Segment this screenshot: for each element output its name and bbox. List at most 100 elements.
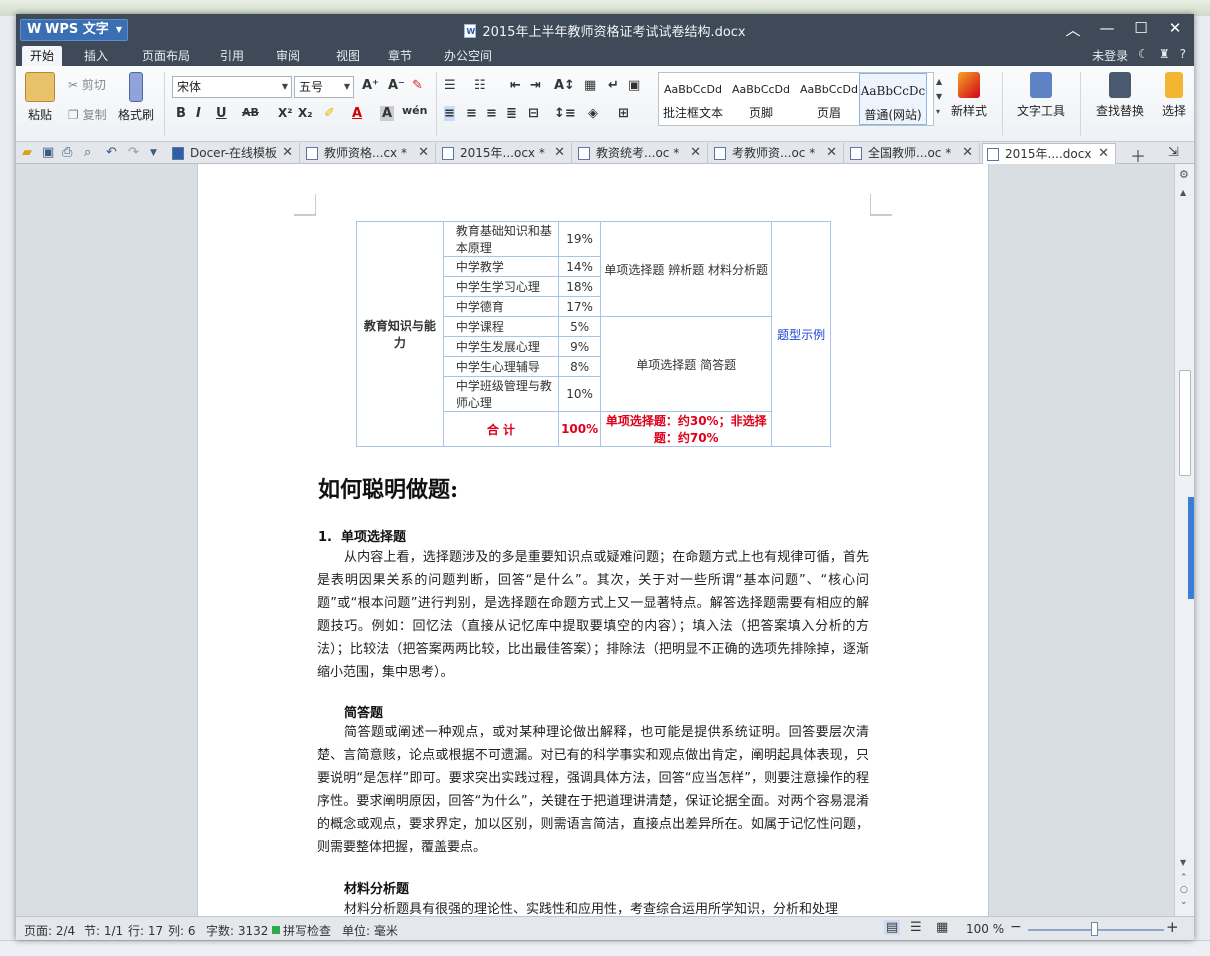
bold-icon[interactable]: B <box>176 106 186 121</box>
font-size-select[interactable]: 五号 ▼ <box>294 76 354 98</box>
zoom-in-icon[interactable]: + <box>1166 918 1179 936</box>
char-shading-icon[interactable]: A <box>380 106 395 121</box>
shrink-font-icon[interactable]: A⁻ <box>388 78 405 93</box>
style-footer[interactable]: AaBbCcDd 页脚 <box>727 73 795 125</box>
font-name-select[interactable]: 宋体 ▼ <box>172 76 292 98</box>
line-spacing-icon[interactable]: ↕≡ <box>554 106 576 121</box>
justify-icon[interactable]: ≣ <box>506 106 517 121</box>
close-icon[interactable]: ✕ <box>962 143 973 163</box>
underline-icon[interactable]: U <box>216 106 227 121</box>
doc-tab-active[interactable]: 2015年....docx ✕ <box>982 143 1116 164</box>
show-hide-icon[interactable]: ▣ <box>628 78 640 93</box>
increase-indent-icon[interactable]: ⇥ <box>530 78 541 93</box>
zoom-level[interactable]: 100 % <box>966 922 1004 936</box>
cut-button[interactable]: ✂ 剪切 <box>68 76 106 93</box>
shirt-icon[interactable]: ♜ <box>1159 47 1170 64</box>
style-gallery-scroll[interactable]: ▲ ▼ ▾ <box>936 74 942 119</box>
italic-icon[interactable]: I <box>196 106 201 121</box>
text-tools-button[interactable]: 文字工具 <box>1010 72 1072 119</box>
doc-tab[interactable]: 教资统考...oc * ✕ <box>574 143 708 164</box>
style-normal-web[interactable]: AaBbCcDc 普通(网站) <box>859 73 927 125</box>
login-link[interactable]: 未登录 <box>1092 47 1128 64</box>
example-link[interactable]: 题型示例 <box>771 221 831 447</box>
close-icon[interactable]: ✕ <box>826 143 837 163</box>
close-icon[interactable]: ✕ <box>690 143 701 163</box>
text-direction-icon[interactable]: A↕ <box>554 78 575 93</box>
customize-toolbar-icon[interactable]: ▼ <box>150 148 157 158</box>
tab-office-space[interactable]: 办公空间 <box>436 46 500 66</box>
format-painter-button[interactable]: 格式刷 <box>116 72 156 123</box>
distributed-icon[interactable]: ⊟ <box>528 106 539 121</box>
paste-button[interactable]: 粘贴 <box>22 72 58 123</box>
page-view-icon[interactable]: ▤ <box>884 920 901 935</box>
unit-indicator[interactable]: 单位: 毫米 <box>342 922 398 939</box>
open-folder-icon[interactable]: ▰ <box>22 145 32 160</box>
scroll-up-icon[interactable]: ▲ <box>1180 188 1186 197</box>
strikethrough-icon[interactable]: AB <box>242 106 259 119</box>
copy-button[interactable]: ❐ 复制 <box>68 106 107 123</box>
web-view-icon[interactable]: ▦ <box>936 920 948 935</box>
align-center-icon[interactable]: ≡ <box>466 106 477 121</box>
maximize-icon[interactable]: ☐ <box>1132 19 1150 40</box>
doc-tab[interactable]: 考教师资...oc * ✕ <box>710 143 844 164</box>
tab-insert[interactable]: 插入 <box>76 46 116 66</box>
document-page[interactable]: 教育知识与能力 教育基础知识和基本原理 19% 单项选择题 辨析题 材料分析题 … <box>197 164 989 916</box>
clear-format-icon[interactable]: ✎ <box>412 78 423 93</box>
doc-tab[interactable]: 全国教师...oc * ✕ <box>846 143 980 164</box>
save-icon[interactable]: ▣ <box>42 145 54 160</box>
superscript-icon[interactable]: X² <box>278 106 293 120</box>
doc-tab[interactable]: 教师资格...cx * ✕ <box>302 143 436 164</box>
scroll-settings-icon[interactable]: ⚙ <box>1179 168 1189 181</box>
tab-references[interactable]: 引用 <box>212 46 252 66</box>
tab-view[interactable]: 视图 <box>328 46 368 66</box>
scrollbar-thumb[interactable] <box>1179 370 1191 476</box>
tab-start[interactable]: 开始 <box>22 46 63 66</box>
print-preview-icon[interactable]: ⌕ <box>84 145 91 160</box>
doc-tab[interactable]: 2015年...ocx * ✕ <box>438 143 572 164</box>
close-icon[interactable]: ✕ <box>1098 144 1109 164</box>
skin-icon[interactable]: ☾ <box>1138 47 1149 64</box>
grow-font-icon[interactable]: A⁺ <box>362 78 379 93</box>
close-icon[interactable]: ✕ <box>1166 19 1184 40</box>
numbered-list-icon[interactable]: ☷ <box>474 78 486 93</box>
spell-check-toggle[interactable]: 拼写检查 <box>283 922 331 939</box>
page-indicator[interactable]: 页面: 2/4 <box>24 922 75 939</box>
close-icon[interactable]: ✕ <box>282 143 293 163</box>
close-icon[interactable]: ✕ <box>554 143 565 163</box>
find-replace-button[interactable]: 查找替换 <box>1088 72 1152 119</box>
tab-page-layout[interactable]: 页面布局 <box>134 46 198 66</box>
collapse-ribbon-icon[interactable]: ︿ <box>1064 19 1082 40</box>
select-button[interactable]: 选择 <box>1156 72 1192 119</box>
tab-review[interactable]: 审阅 <box>268 46 308 66</box>
highlight-icon[interactable]: ✐ <box>324 106 335 121</box>
undo-icon[interactable]: ↶ <box>106 145 117 160</box>
phonetic-guide-icon[interactable]: wén <box>402 104 427 117</box>
zoom-out-icon[interactable]: − <box>1010 919 1022 935</box>
close-icon[interactable]: ✕ <box>418 143 429 163</box>
page-nav-icons[interactable]: ⌃ ○ ⌄ <box>1180 872 1188 908</box>
style-header[interactable]: AaBbCcDd 页眉 <box>795 73 863 125</box>
borders-icon[interactable]: ⊞ <box>618 106 629 121</box>
table-grid-icon[interactable]: ▦ <box>584 78 596 93</box>
paragraph-mark-icon[interactable]: ↵ <box>608 78 619 93</box>
word-count[interactable]: 字数: 3132 <box>206 922 268 939</box>
style-comment-box-text[interactable]: AaBbCcDd 批注框文本 <box>659 73 727 125</box>
align-left-icon[interactable]: ≡ <box>444 106 455 121</box>
align-right-icon[interactable]: ≡ <box>486 106 497 121</box>
help-button[interactable]: ? <box>1180 47 1186 64</box>
bullet-list-icon[interactable]: ☰ <box>444 78 456 93</box>
tab-list-icon[interactable]: ⇲ <box>1168 145 1179 160</box>
shading-icon[interactable]: ◈ <box>588 106 598 121</box>
side-panel-toggle[interactable] <box>1188 497 1194 599</box>
new-style-button[interactable]: 新样式 <box>944 72 994 119</box>
scroll-down-icon[interactable]: ▼ <box>1180 858 1186 867</box>
print-icon[interactable]: ⎙ <box>62 145 72 160</box>
doc-tab[interactable]: Docer-在线模板 ✕ <box>168 143 300 164</box>
decrease-indent-icon[interactable]: ⇤ <box>510 78 521 93</box>
zoom-slider-thumb[interactable] <box>1091 922 1098 936</box>
tab-chapter[interactable]: 章节 <box>380 46 420 66</box>
redo-icon[interactable]: ↷ <box>128 145 139 160</box>
subscript-icon[interactable]: X₂ <box>298 106 313 120</box>
minimize-icon[interactable]: — <box>1098 19 1116 40</box>
outline-view-icon[interactable]: ☰ <box>910 920 922 935</box>
